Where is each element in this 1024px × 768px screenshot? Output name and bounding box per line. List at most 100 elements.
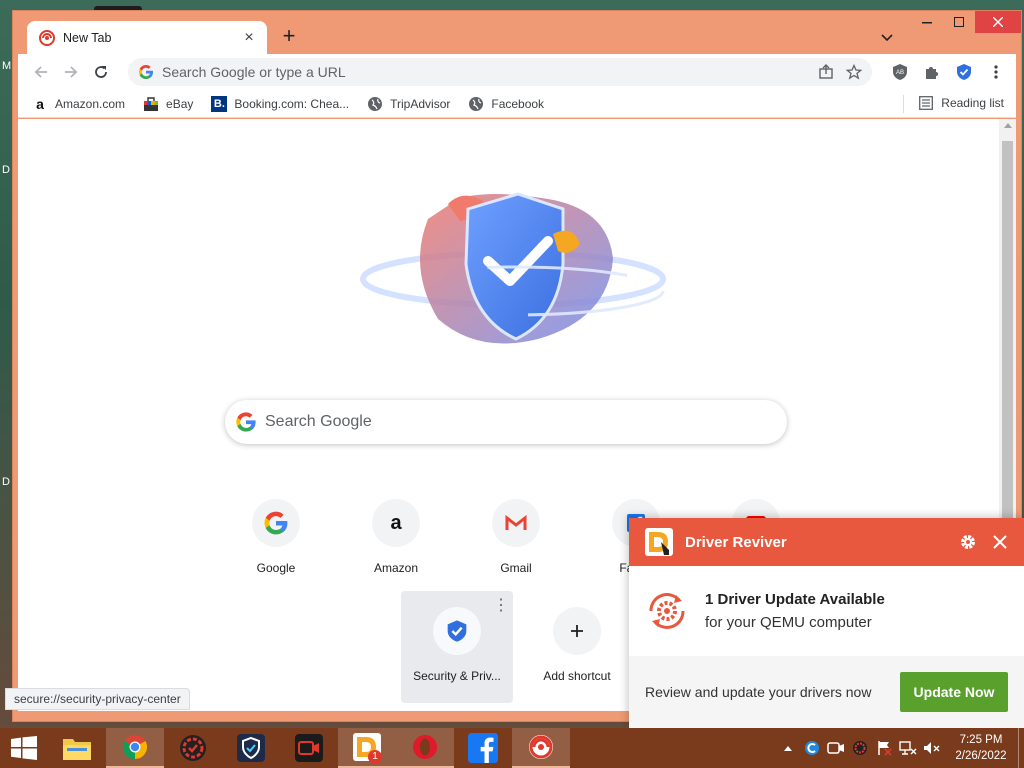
- taskbar: 1 7:25 PM 2/26/2022: [0, 728, 1024, 768]
- bookmark-label: eBay: [166, 96, 194, 111]
- globe-icon: [368, 96, 383, 111]
- tray-app-c[interactable]: [800, 728, 824, 768]
- close-icon: [993, 535, 1007, 549]
- settings-button[interactable]: [952, 518, 984, 566]
- maximize-icon: [954, 17, 964, 27]
- kebab-menu-icon: [994, 65, 998, 79]
- taskbar-facebook[interactable]: [454, 728, 512, 768]
- tab-new-tab[interactable]: New Tab ×: [27, 21, 267, 54]
- maximize-button[interactable]: [943, 11, 975, 33]
- security-hero-illustration: [360, 192, 666, 344]
- svg-text:AB: AB: [896, 70, 904, 76]
- tray-flag[interactable]: [872, 728, 896, 768]
- bookmark-facebook[interactable]: Facebook: [468, 96, 544, 112]
- reload-button[interactable]: [86, 57, 116, 87]
- chrome-icon: [122, 735, 148, 759]
- network-icon: [899, 741, 917, 755]
- shield-check-icon: [957, 64, 971, 80]
- shortcut-amazon[interactable]: a Amazon: [340, 483, 452, 595]
- desktop-icon-label: D: [2, 476, 10, 488]
- folder-icon: [63, 739, 91, 760]
- show-hidden-icons-button[interactable]: [776, 728, 800, 768]
- new-tab-button[interactable]: +: [277, 25, 301, 49]
- share-button[interactable]: [812, 58, 840, 86]
- bookmarks-divider: [903, 95, 904, 113]
- globe-icon: [469, 96, 484, 111]
- back-button[interactable]: [26, 57, 56, 87]
- taskbar-clock[interactable]: 7:25 PM 2/26/2022: [944, 732, 1018, 764]
- amazon-icon: a: [36, 95, 44, 112]
- bookmark-amazon[interactable]: a Amazon.com: [32, 96, 125, 112]
- forward-button[interactable]: [56, 57, 86, 87]
- shortcut-label: Security & Priv...: [413, 669, 501, 683]
- clock-time: 7:25 PM: [959, 734, 1003, 746]
- bookmark-tripadvisor[interactable]: TripAdvisor: [367, 96, 450, 112]
- reading-list-icon: [919, 96, 934, 110]
- close-window-button[interactable]: [975, 11, 1021, 33]
- update-now-button[interactable]: Update Now: [900, 672, 1008, 712]
- tray-network[interactable]: [896, 728, 920, 768]
- video-camera-icon: [827, 742, 844, 754]
- taskbar-screen-recorder[interactable]: [280, 728, 338, 768]
- booking-icon: B.: [211, 95, 228, 112]
- close-icon: [993, 17, 1003, 27]
- chevron-down-icon[interactable]: [877, 27, 897, 47]
- browser-toolbar: Search Google or type a URL AB: [18, 54, 1016, 90]
- bookmark-label: Amazon.com: [55, 96, 126, 111]
- shortcut-label: Amazon: [373, 561, 419, 575]
- minimize-icon: [922, 22, 932, 24]
- bookmark-label: Booking.com: Chea...: [234, 96, 350, 111]
- browser-menu-button[interactable]: [980, 58, 1012, 86]
- address-placeholder: Search Google or type a URL: [162, 64, 346, 80]
- adblock-extension-button[interactable]: AB: [884, 58, 916, 86]
- tray-volume[interactable]: [920, 728, 944, 768]
- adblock-icon: AB: [893, 64, 907, 80]
- shortcut-google[interactable]: Google: [220, 483, 332, 595]
- close-tab-icon[interactable]: ×: [241, 29, 257, 46]
- ebay-icon: [144, 96, 159, 111]
- status-url-bubble: secure://security-privacy-center: [5, 688, 190, 710]
- shortcut-security-privacy[interactable]: ⋮ Security & Priv...: [401, 591, 513, 703]
- shortcut-gmail[interactable]: Gmail: [460, 483, 572, 595]
- add-shortcut-button[interactable]: Add shortcut: [521, 591, 633, 703]
- taskbar-security-privacy[interactable]: [512, 728, 570, 768]
- tray-security[interactable]: [848, 728, 872, 768]
- reading-list-button[interactable]: Reading list: [919, 96, 1004, 110]
- taskbar-chrome[interactable]: [106, 728, 164, 768]
- arrow-left-icon: [34, 66, 47, 78]
- taskbar-security-app[interactable]: [164, 728, 222, 768]
- start-button[interactable]: [0, 728, 48, 768]
- driver-reviver-header: Driver Reviver: [629, 518, 1024, 566]
- desktop-icon-label: M: [2, 60, 12, 72]
- video-camera-icon: [295, 734, 323, 762]
- bookmark-ebay[interactable]: eBay: [143, 96, 193, 112]
- gear-icon: [961, 535, 975, 549]
- taskbar-file-explorer[interactable]: [48, 728, 106, 768]
- flag-icon: [878, 741, 892, 756]
- ntp-search-box[interactable]: Search Google: [225, 400, 787, 444]
- tray-recorder[interactable]: [824, 728, 848, 768]
- gmail-icon: [492, 499, 540, 547]
- puzzle-icon: [926, 67, 938, 79]
- taskbar-opera[interactable]: [396, 728, 454, 768]
- security-extension-button[interactable]: [948, 58, 980, 86]
- scroll-up-icon[interactable]: [1004, 123, 1012, 128]
- driver-reviver-message: 1 Driver Update Available for your QEMU …: [705, 591, 885, 631]
- shortcut-more-icon[interactable]: ⋮: [493, 598, 509, 615]
- driver-reviver-footer: Review and update your drivers now Updat…: [629, 656, 1024, 728]
- bookmark-star-button[interactable]: [840, 58, 868, 86]
- volume-muted-icon: [924, 742, 940, 754]
- bookmarks-bar: a Amazon.com eBay B. Booking.com: Chea..…: [18, 90, 1016, 118]
- extensions-button[interactable]: [916, 58, 948, 86]
- address-bar[interactable]: Search Google or type a URL: [128, 58, 872, 86]
- circle-c-icon: [805, 741, 819, 755]
- taskbar-driver-reviver[interactable]: 1: [338, 728, 396, 768]
- minimize-button[interactable]: [911, 11, 943, 33]
- close-popup-button[interactable]: [984, 518, 1016, 566]
- security-privacy-icon: [529, 735, 553, 759]
- shield-icon: [433, 607, 481, 655]
- taskbar-vpn-app[interactable]: [222, 728, 280, 768]
- bookmark-booking[interactable]: B. Booking.com: Chea...: [211, 95, 350, 112]
- show-desktop-button[interactable]: [1018, 728, 1024, 768]
- driver-reviver-popup: Driver Reviver 1 Driver Update Available…: [629, 518, 1024, 728]
